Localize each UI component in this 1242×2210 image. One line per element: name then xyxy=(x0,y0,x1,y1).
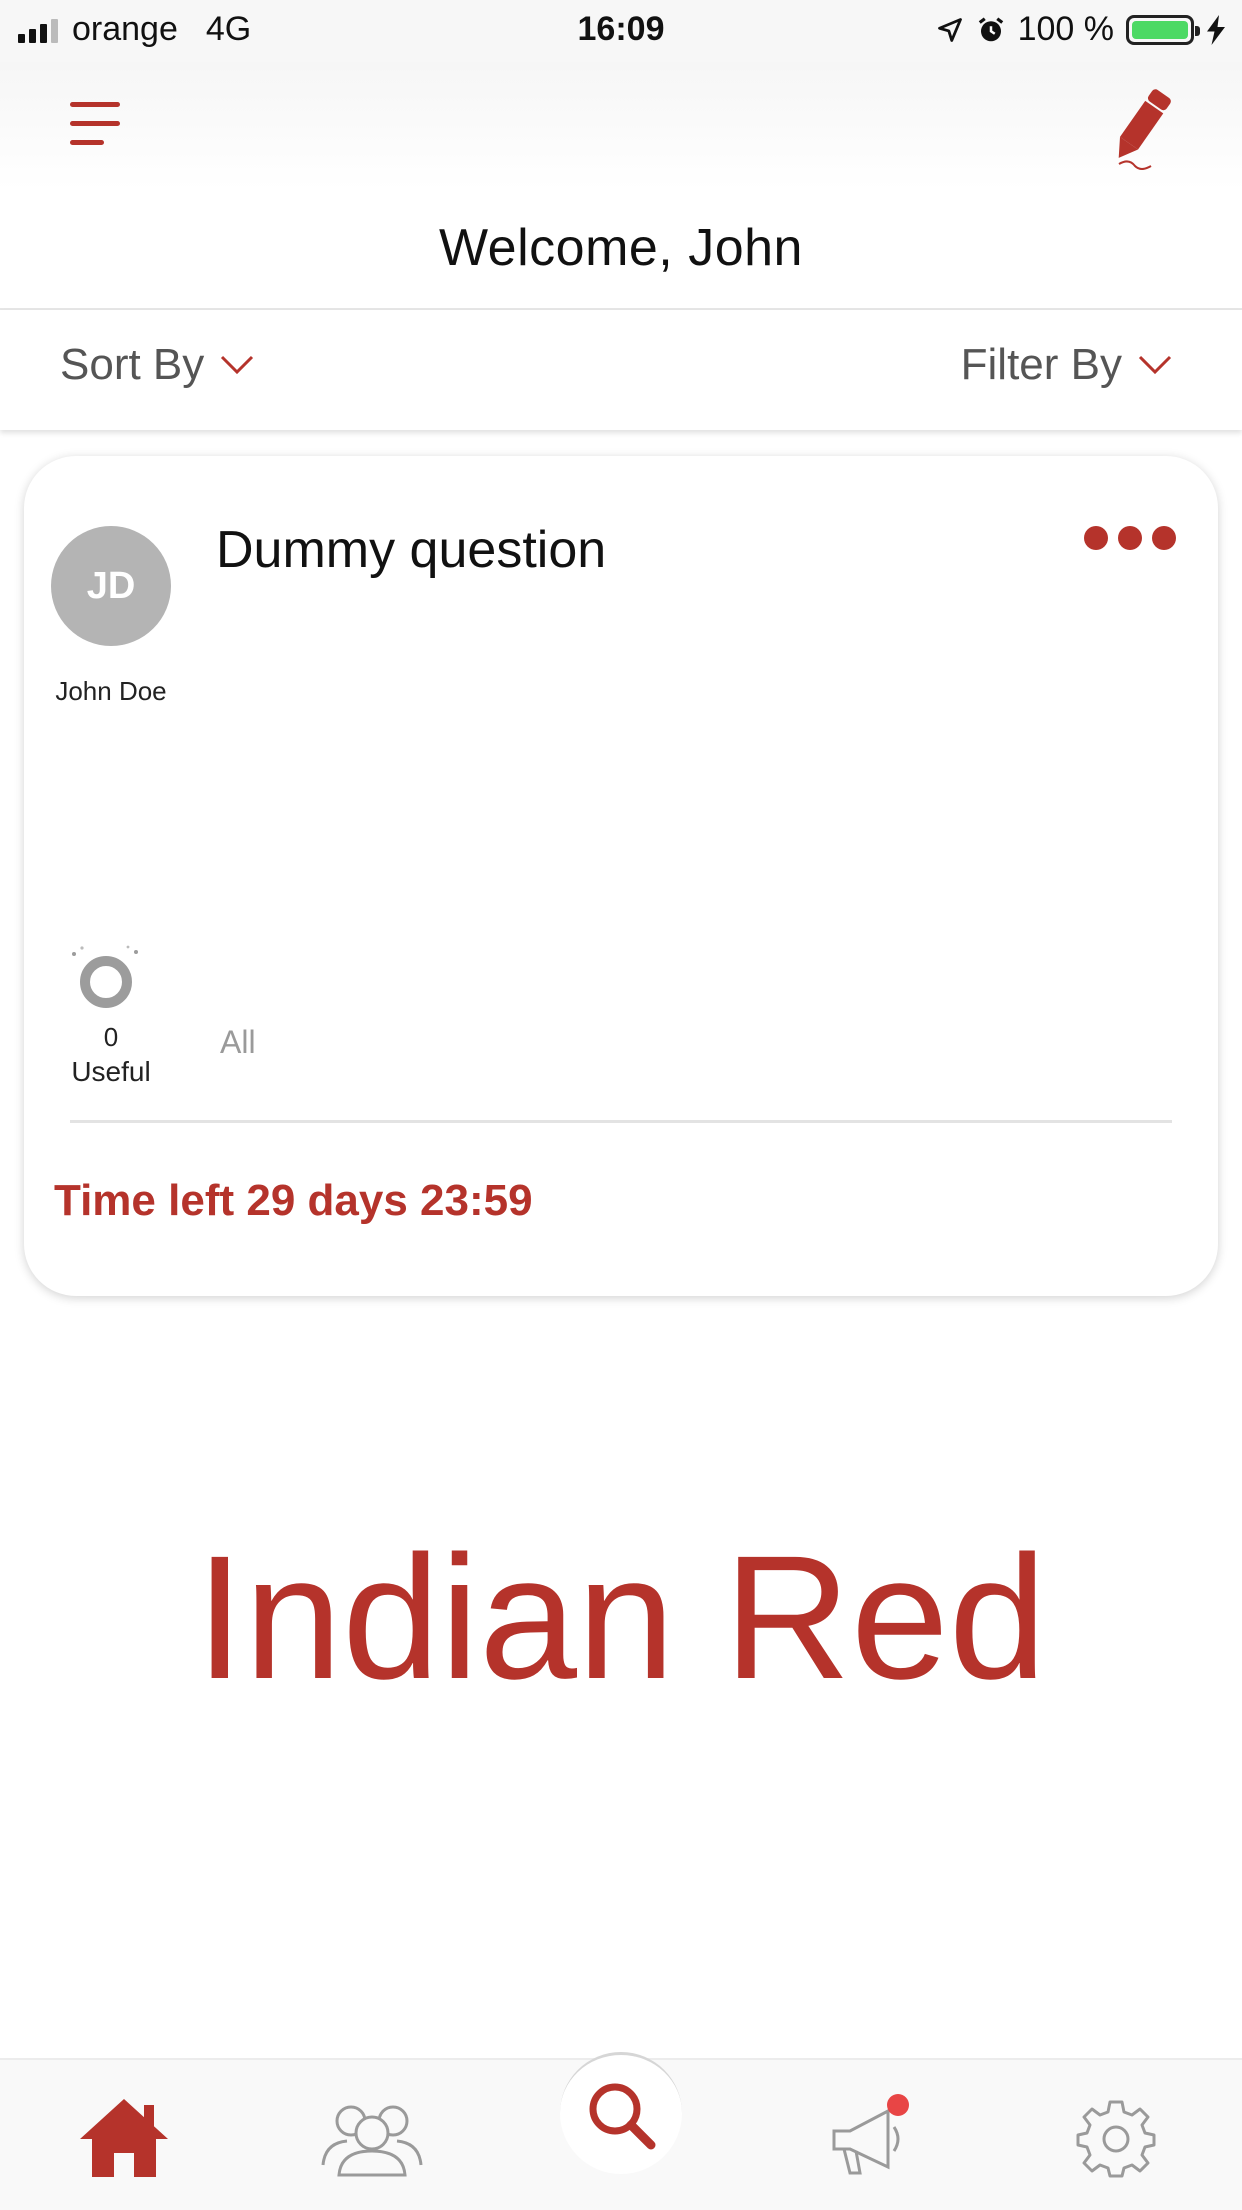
battery-fill xyxy=(1132,20,1188,39)
battery-percent: 100 % xyxy=(1017,10,1114,48)
status-right: 100 % xyxy=(936,10,1226,49)
filter-by-button[interactable]: Filter By xyxy=(961,340,1172,390)
time-left-text: Time left 29 days 23:59 xyxy=(54,1176,533,1225)
useful-button[interactable] xyxy=(64,942,144,1012)
chevron-down-icon xyxy=(221,355,254,375)
compose-button[interactable] xyxy=(1105,84,1175,176)
charging-bolt-icon xyxy=(1207,14,1225,45)
more-options-button[interactable] xyxy=(1084,526,1176,550)
useful-ring-icon xyxy=(72,945,138,1008)
chevron-down-icon xyxy=(1138,355,1172,375)
tab-search[interactable] xyxy=(560,2052,682,2174)
menu-button[interactable] xyxy=(70,102,124,146)
useful-count: 0 xyxy=(103,1022,119,1052)
color-name-overlay: Indian Red xyxy=(195,1520,1047,1716)
bottom-tab-bar xyxy=(0,2052,1242,2210)
avatar[interactable]: JD xyxy=(51,526,171,646)
location-arrow-icon xyxy=(937,17,962,42)
card-divider xyxy=(70,1120,1172,1123)
pencil-icon xyxy=(1118,89,1171,170)
tab-home[interactable] xyxy=(64,2078,184,2198)
tab-community[interactable] xyxy=(312,2078,432,2198)
more-dots-icon xyxy=(1084,526,1108,550)
useful-label: Useful xyxy=(71,1056,151,1087)
megaphone-icon xyxy=(832,2094,909,2175)
more-dot xyxy=(1118,526,1142,550)
tab-announcements[interactable] xyxy=(810,2078,930,2198)
people-icon xyxy=(321,2105,423,2177)
top-app-bar xyxy=(0,62,1242,190)
author-name: John Doe xyxy=(55,676,167,706)
hamburger-menu-icon xyxy=(70,102,120,107)
gear-icon xyxy=(1076,2100,1156,2178)
search-icon xyxy=(589,2083,656,2149)
more-dot xyxy=(1152,526,1176,550)
status-bar: orange 4G 16:09 100 % xyxy=(0,0,1242,62)
notification-badge xyxy=(887,2094,909,2116)
question-title[interactable]: Dummy question xyxy=(216,520,606,580)
menu-line xyxy=(70,121,120,126)
home-icon xyxy=(80,2099,168,2177)
all-answers-link[interactable]: All xyxy=(220,1024,256,1061)
sort-filter-bar: Sort By Filter By xyxy=(0,310,1242,430)
sort-by-button[interactable]: Sort By xyxy=(60,340,254,390)
filter-by-label: Filter By xyxy=(960,340,1122,389)
sort-by-label: Sort By xyxy=(60,340,205,389)
menu-line xyxy=(70,140,104,145)
question-card[interactable]: JD John Doe Dummy question 0 Useful All … xyxy=(24,456,1218,1296)
battery-icon xyxy=(1126,14,1200,45)
tab-settings[interactable] xyxy=(1056,2078,1176,2198)
alarm-icon xyxy=(978,16,1003,41)
welcome-title: Welcome, John xyxy=(439,219,803,277)
